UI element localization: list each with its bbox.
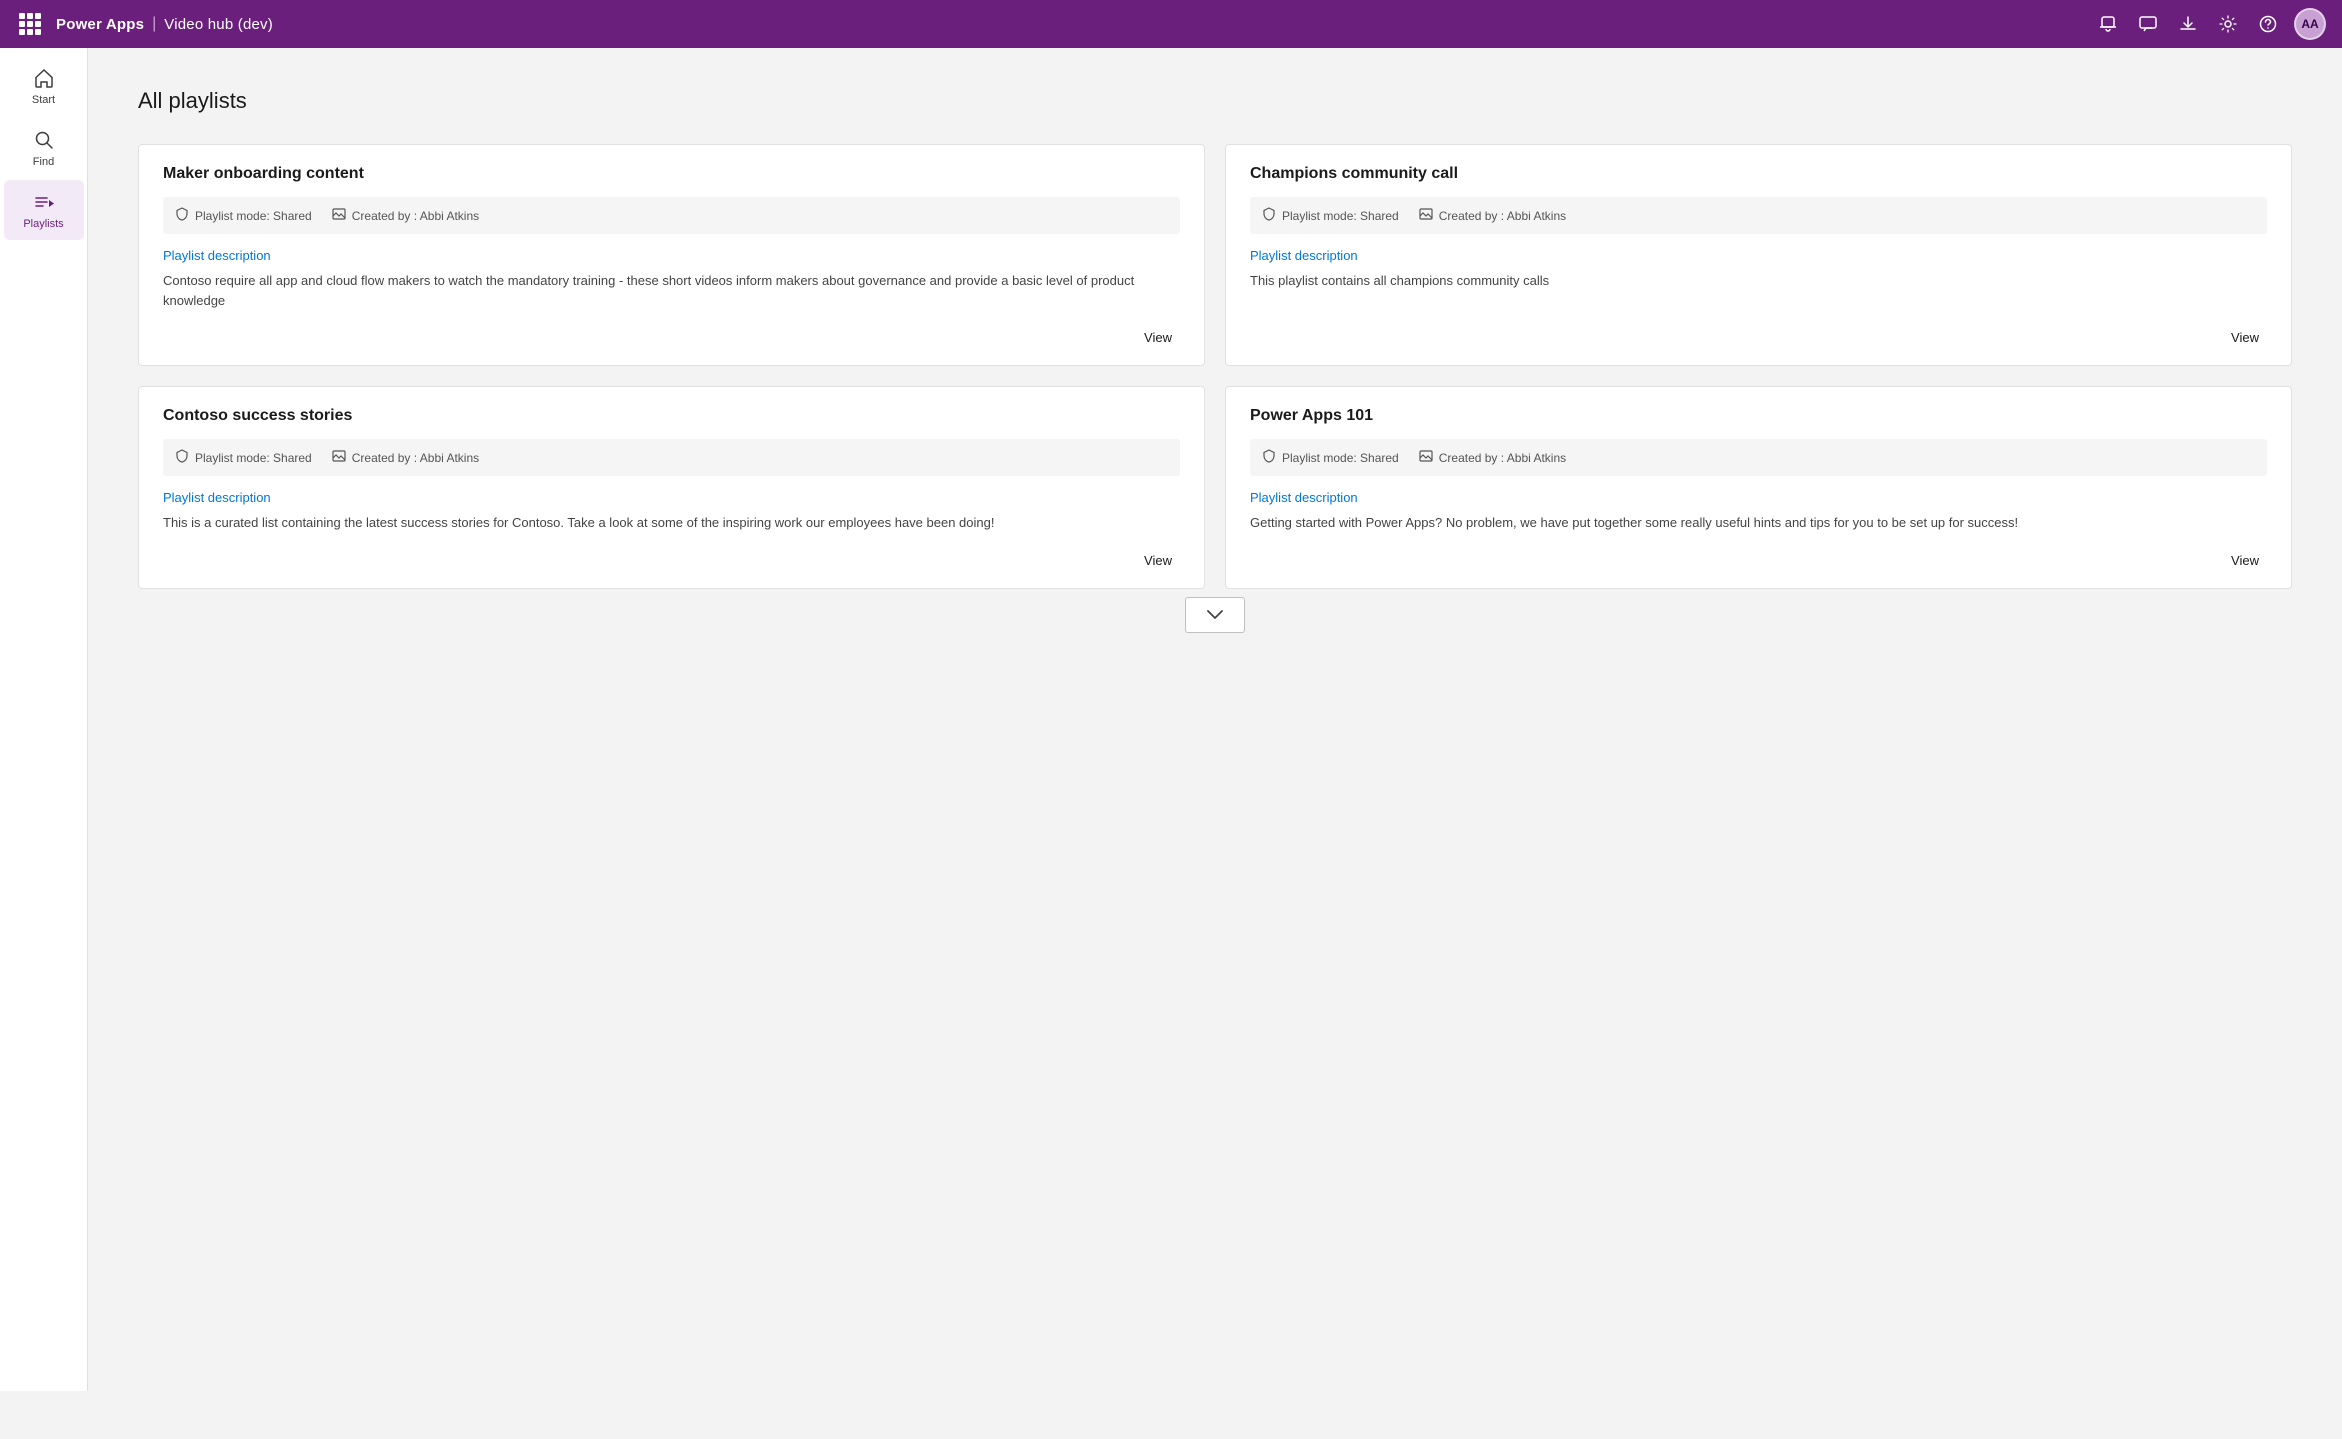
card-mode-label-3: Playlist mode: Shared — [195, 451, 312, 465]
gear-icon — [2219, 15, 2237, 33]
card-meta-1: Playlist mode: Shared Created by : Abbi … — [163, 197, 1180, 234]
chevron-down-icon — [1207, 610, 1223, 620]
card-mode-label-1: Playlist mode: Shared — [195, 209, 312, 223]
sidebar-item-playlists-label: Playlists — [23, 218, 63, 230]
playlist-grid: Maker onboarding content Playlist mode: … — [138, 144, 2292, 589]
card-footer-2: View — [1250, 326, 2267, 349]
card-desc-text-2: This playlist contains all champions com… — [1250, 271, 2267, 310]
page-title: All playlists — [138, 88, 2292, 114]
topnav-actions: AA — [2090, 6, 2326, 42]
scroll-down-button[interactable] — [1185, 597, 1245, 633]
card-mode-label-4: Playlist mode: Shared — [1282, 451, 1399, 465]
download-icon — [2179, 15, 2197, 33]
card-footer-4: View — [1250, 549, 2267, 572]
card-title-1: Maker onboarding content — [163, 165, 1180, 183]
waffle-icon — [19, 13, 41, 35]
view-button-3[interactable]: View — [1136, 549, 1180, 572]
image-icon-2 — [1419, 207, 1433, 224]
card-desc-heading-4[interactable]: Playlist description — [1250, 490, 2267, 505]
title-separator: | — [152, 15, 156, 33]
card-title-2: Champions community call — [1250, 165, 2267, 183]
playlists-icon — [33, 190, 55, 214]
notifications-button[interactable] — [2090, 6, 2126, 42]
card-mode-2: Playlist mode: Shared — [1262, 207, 1399, 224]
playlist-card-contoso: Contoso success stories Playlist mode: S… — [138, 386, 1205, 589]
card-created-3: Created by : Abbi Atkins — [332, 449, 479, 466]
shield-icon-1 — [175, 207, 189, 224]
main-content: All playlists Maker onboarding content P… — [88, 48, 2342, 1391]
card-meta-2: Playlist mode: Shared Created by : Abbi … — [1250, 197, 2267, 234]
download-button[interactable] — [2170, 6, 2206, 42]
image-icon-4 — [1419, 449, 1433, 466]
settings-button[interactable] — [2210, 6, 2246, 42]
sidebar-item-start-label: Start — [32, 94, 55, 106]
sidebar-item-playlists[interactable]: Playlists — [4, 180, 84, 240]
view-button-4[interactable]: View — [2223, 549, 2267, 572]
view-button-1[interactable]: View — [1136, 326, 1180, 349]
card-desc-text-3: This is a curated list containing the la… — [163, 513, 1180, 533]
home-icon — [33, 66, 55, 90]
app-subtitle: Video hub (dev) — [164, 16, 273, 33]
card-desc-heading-2[interactable]: Playlist description — [1250, 248, 2267, 263]
card-meta-3: Playlist mode: Shared Created by : Abbi … — [163, 439, 1180, 476]
card-created-label-3: Created by : Abbi Atkins — [352, 451, 479, 465]
card-mode-label-2: Playlist mode: Shared — [1282, 209, 1399, 223]
waffle-menu-button[interactable] — [16, 10, 44, 38]
chat-button[interactable] — [2130, 6, 2166, 42]
card-mode-4: Playlist mode: Shared — [1262, 449, 1399, 466]
sidebar-item-start[interactable]: Start — [4, 56, 84, 116]
card-title-3: Contoso success stories — [163, 407, 1180, 425]
card-desc-text-1: Contoso require all app and cloud flow m… — [163, 271, 1180, 310]
question-icon — [2259, 15, 2277, 33]
app-name: Power Apps — [56, 16, 144, 33]
card-created-label-2: Created by : Abbi Atkins — [1439, 209, 1566, 223]
image-icon-3 — [332, 449, 346, 466]
card-footer-1: View — [163, 326, 1180, 349]
playlist-card-maker-onboarding: Maker onboarding content Playlist mode: … — [138, 144, 1205, 366]
card-mode-3: Playlist mode: Shared — [175, 449, 312, 466]
view-button-2[interactable]: View — [2223, 326, 2267, 349]
chat-icon — [2139, 15, 2157, 33]
scroll-down-container — [138, 597, 2292, 633]
card-created-label-4: Created by : Abbi Atkins — [1439, 451, 1566, 465]
image-icon-1 — [332, 207, 346, 224]
top-navigation: Power Apps | Video hub (dev) — [0, 0, 2342, 48]
sidebar-item-find[interactable]: Find — [4, 118, 84, 178]
shield-icon-2 — [1262, 207, 1276, 224]
shield-icon-3 — [175, 449, 189, 466]
card-footer-3: View — [163, 549, 1180, 572]
card-created-4: Created by : Abbi Atkins — [1419, 449, 1566, 466]
card-created-label-1: Created by : Abbi Atkins — [352, 209, 479, 223]
card-desc-heading-1[interactable]: Playlist description — [163, 248, 1180, 263]
card-desc-text-4: Getting started with Power Apps? No prob… — [1250, 513, 2267, 533]
sidebar: Start Find Playlists — [0, 48, 88, 1391]
card-meta-4: Playlist mode: Shared Created by : Abbi … — [1250, 439, 2267, 476]
bell-icon — [2099, 15, 2117, 33]
help-button[interactable] — [2250, 6, 2286, 42]
playlist-card-champions: Champions community call Playlist mode: … — [1225, 144, 2292, 366]
card-created-1: Created by : Abbi Atkins — [332, 207, 479, 224]
search-icon — [33, 128, 55, 152]
card-created-2: Created by : Abbi Atkins — [1419, 207, 1566, 224]
user-avatar[interactable]: AA — [2294, 8, 2326, 40]
card-desc-heading-3[interactable]: Playlist description — [163, 490, 1180, 505]
card-mode-1: Playlist mode: Shared — [175, 207, 312, 224]
sidebar-item-find-label: Find — [33, 156, 54, 168]
shield-icon-4 — [1262, 449, 1276, 466]
playlist-card-power-apps-101: Power Apps 101 Playlist mode: Shared Cre… — [1225, 386, 2292, 589]
card-title-4: Power Apps 101 — [1250, 407, 2267, 425]
